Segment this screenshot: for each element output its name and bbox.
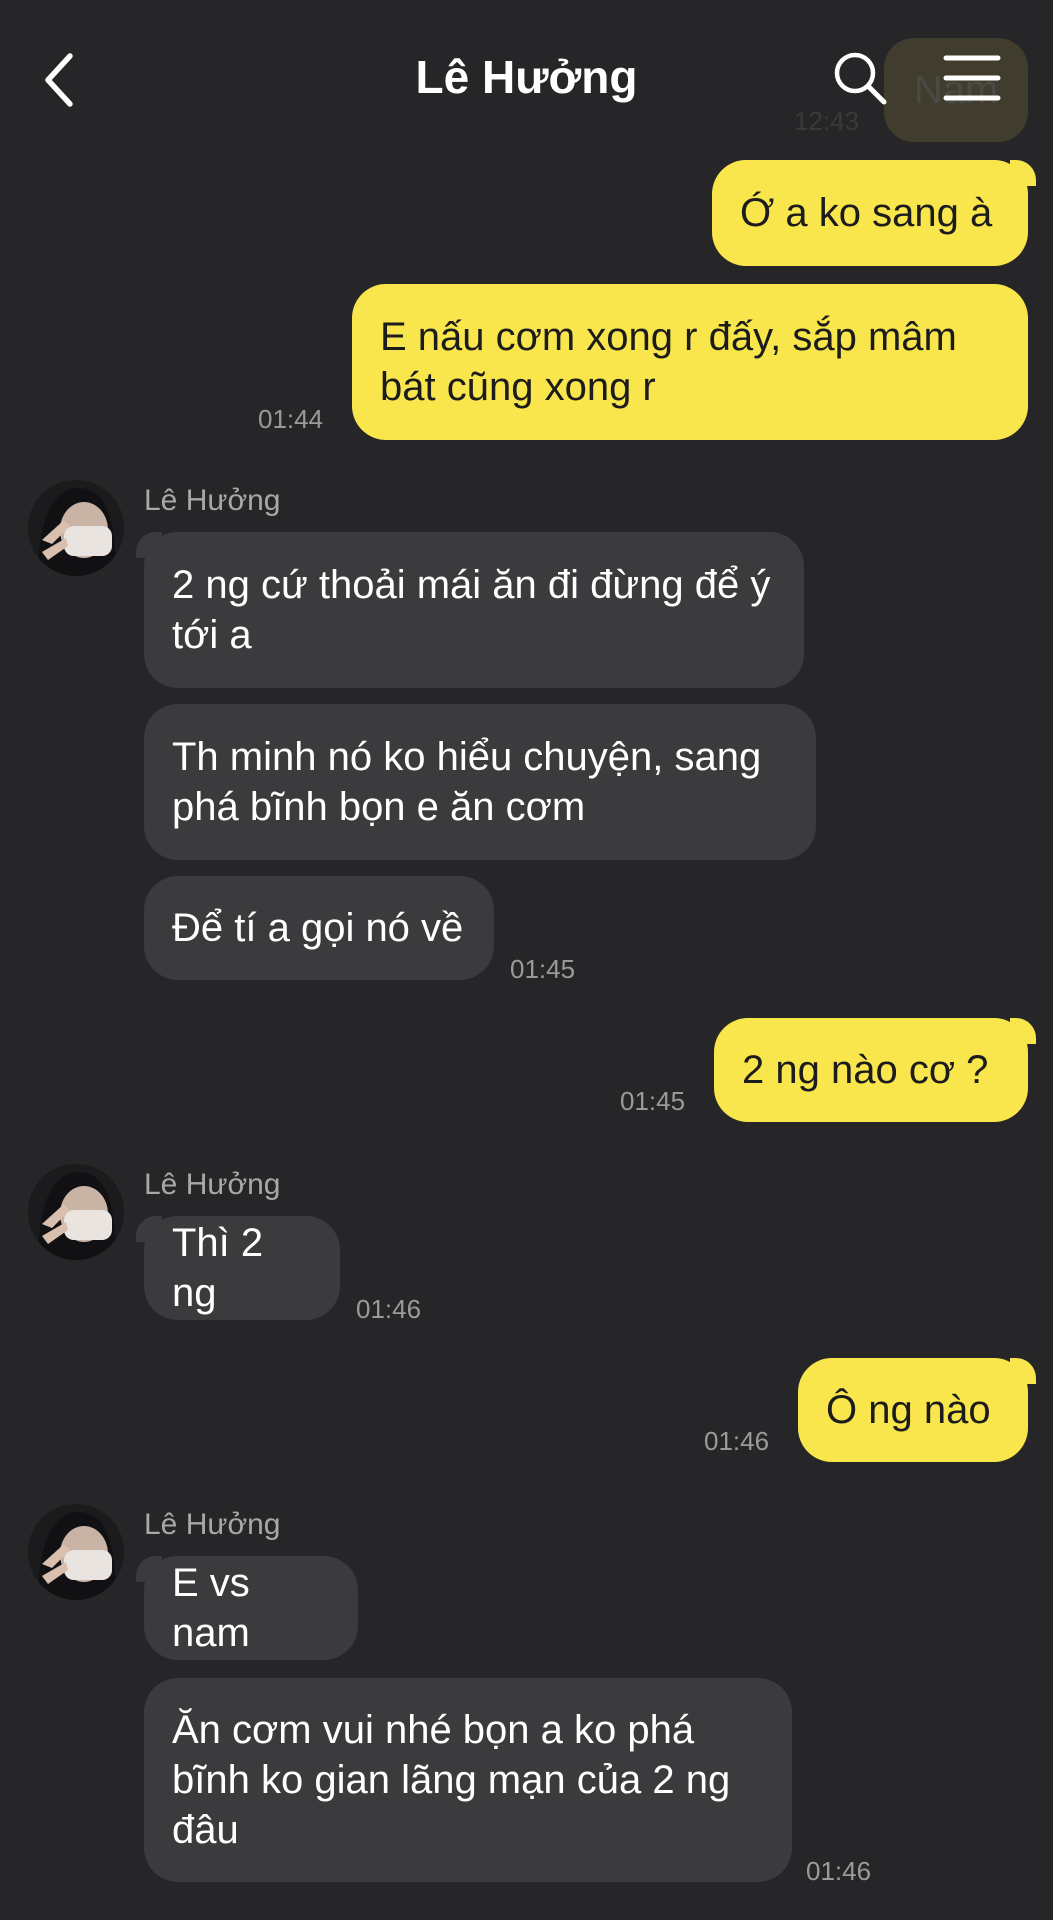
message-text: 2 ng nào cơ ? <box>742 1048 989 1092</box>
search-button[interactable] <box>828 46 892 110</box>
sender-name: Lê Hưởng <box>144 484 281 517</box>
message-text: E nấu cơm xong r đấy, sắp mâm bát cũng x… <box>380 315 968 409</box>
message-text: Th minh nó ko hiểu chuyện, sang phá bĩnh… <box>172 735 773 829</box>
bubble-tail <box>136 1216 162 1242</box>
outgoing-message-bubble[interactable]: Ô ng nào <box>798 1358 1028 1462</box>
avatar-photo <box>28 1504 124 1600</box>
message-time: 01:45 <box>510 954 576 984</box>
message-time: 01:44 <box>258 404 324 434</box>
bubble-tail <box>1010 1358 1036 1384</box>
avatar[interactable] <box>28 480 124 576</box>
outgoing-message-bubble[interactable]: E nấu cơm xong r đấy, sắp mâm bát cũng x… <box>352 284 1028 440</box>
message-text: Ớ a ko sang à <box>740 191 993 235</box>
message-text: E vs nam <box>172 1561 261 1655</box>
menu-button[interactable] <box>940 50 1004 106</box>
page-title: Lê Hưởng <box>415 51 638 103</box>
bubble-tail <box>136 532 162 558</box>
incoming-message-bubble[interactable]: Thì 2 ng <box>144 1216 340 1320</box>
message-text: Ô ng nào <box>826 1388 991 1432</box>
message-time: 01:45 <box>620 1086 686 1116</box>
message-text: Thì 2 ng <box>172 1221 275 1315</box>
chat-header: Lê Hưởng <box>0 0 1053 160</box>
sender-name: Lê Hưởng <box>144 1168 281 1201</box>
message-text: Ăn cơm vui nhé bọn a ko phá bĩnh ko gian… <box>172 1708 742 1852</box>
bubble-tail <box>1010 1018 1036 1044</box>
avatar[interactable] <box>28 1504 124 1600</box>
bubble-tail <box>1010 160 1036 186</box>
avatar-photo <box>28 1164 124 1260</box>
incoming-message-bubble[interactable]: 2 ng cứ thoải mái ăn đi đừng để ý tới a <box>144 532 804 688</box>
outgoing-message-bubble[interactable]: Ớ a ko sang à <box>712 160 1028 266</box>
message-time: 01:46 <box>806 1856 872 1886</box>
search-icon <box>834 52 887 105</box>
sender-name: Lê Hưởng <box>144 1508 281 1541</box>
incoming-message-bubble[interactable]: E vs nam <box>144 1556 358 1660</box>
hamburger-menu-icon <box>943 55 1001 101</box>
incoming-message-bubble[interactable]: Th minh nó ko hiểu chuyện, sang phá bĩnh… <box>144 704 816 860</box>
message-time: 01:46 <box>704 1426 770 1456</box>
chat-screen: Nam 12:43 Lê Hưởng Ớ a ko sang à E nấu c… <box>0 0 1053 1920</box>
incoming-message-bubble[interactable]: Ăn cơm vui nhé bọn a ko phá bĩnh ko gian… <box>144 1678 792 1882</box>
message-text: Để tí a gọi nó về <box>172 906 464 950</box>
avatar[interactable] <box>28 1164 124 1260</box>
message-text: 2 ng cứ thoải mái ăn đi đừng để ý tới a <box>172 563 782 657</box>
message-time: 01:46 <box>356 1294 422 1324</box>
bubble-tail <box>136 1556 162 1582</box>
avatar-photo <box>28 480 124 576</box>
outgoing-message-bubble[interactable]: 2 ng nào cơ ? <box>714 1018 1028 1122</box>
incoming-message-bubble[interactable]: Để tí a gọi nó về <box>144 876 494 980</box>
